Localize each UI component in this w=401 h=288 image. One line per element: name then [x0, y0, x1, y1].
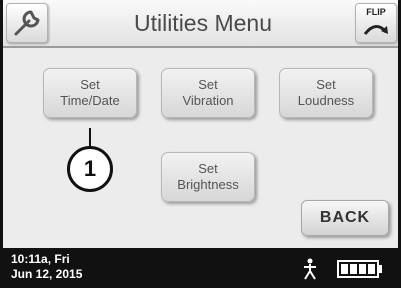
callout-leader-line [89, 128, 91, 148]
flip-label: FLIP [366, 7, 386, 17]
set-vibration-line-1: Set [198, 77, 218, 92]
status-time: 10:11a, Fri [11, 252, 70, 266]
back-button[interactable]: BACK [301, 200, 389, 236]
title-bar: Utilities Menu FLIP [3, 0, 398, 48]
set-loudness-line-2: Loudness [297, 93, 355, 108]
set-time-date-line-2: Time/Date [60, 93, 120, 108]
set-brightness-line-1: Set [198, 161, 218, 176]
wrench-icon [14, 10, 40, 36]
page-title: Utilities Menu [133, 10, 273, 36]
flip-arrow-icon [363, 25, 388, 35]
flip-button[interactable]: FLIP [355, 3, 397, 43]
callout-marker: 1 [67, 146, 113, 192]
set-loudness-button[interactable]: Set Loudness [279, 68, 373, 118]
person-icon [304, 258, 316, 280]
set-time-date-button[interactable]: Set Time/Date [43, 68, 137, 118]
utilities-tool-button[interactable] [6, 3, 48, 43]
set-brightness-line-2: Brightness [177, 177, 239, 192]
set-brightness-button[interactable]: Set Brightness [161, 152, 255, 202]
set-loudness-line-1: Set [316, 77, 336, 92]
status-date: Jun 12, 2015 [11, 267, 83, 281]
set-vibration-line-2: Vibration [182, 93, 234, 108]
device-screen: Utilities Menu FLIP Set Time/Date 1 Set … [0, 0, 401, 288]
date-time-display: 10:11a, Fri Jun 12, 2015 [11, 252, 82, 282]
status-bar: 10:11a, Fri Jun 12, 2015 [3, 248, 398, 288]
set-vibration-button[interactable]: Set Vibration [161, 68, 255, 118]
set-time-date-line-1: Set [80, 77, 100, 92]
menu-area: Set Time/Date 1 Set Vibration Set Loudne… [3, 48, 398, 248]
battery-icon [337, 260, 382, 278]
